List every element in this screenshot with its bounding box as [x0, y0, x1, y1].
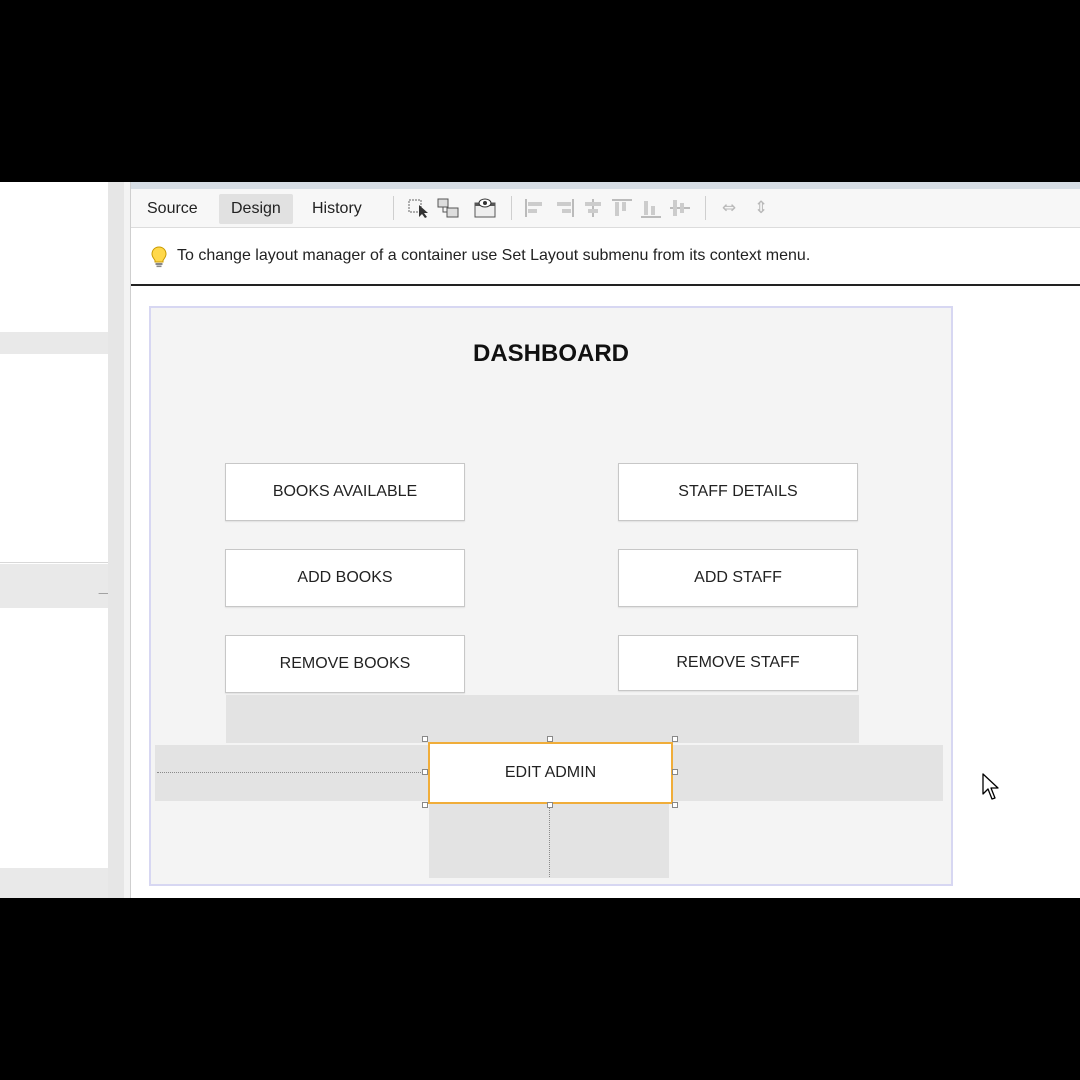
resize-handle[interactable]	[422, 802, 428, 808]
editor-toolbar: Source Design History ⇔ ⇕	[131, 189, 1080, 228]
resize-handle[interactable]	[672, 769, 678, 775]
panel-header	[0, 564, 108, 608]
align-top-icon[interactable]	[610, 197, 634, 219]
toolbar-separator	[511, 196, 512, 220]
hint-bar: To change layout manager of a container …	[131, 228, 1080, 286]
panel-scrollbar[interactable]	[108, 182, 124, 898]
layout-guide-row	[226, 695, 859, 743]
same-width-icon[interactable]: ⇔	[717, 197, 741, 219]
resize-handle[interactable]	[422, 736, 428, 742]
preview-design-icon[interactable]	[473, 197, 497, 219]
dashboard-title: DASHBOARD	[473, 340, 629, 367]
ide-window: — Source Design History ⇔ ⇕ To change la…	[0, 182, 1080, 898]
edit-admin-button[interactable]: EDIT ADMIN	[428, 742, 673, 804]
resize-handle[interactable]	[422, 769, 428, 775]
panel-divider	[0, 562, 124, 563]
selection-mode-icon[interactable]	[407, 197, 431, 219]
tab-design[interactable]: Design	[219, 194, 293, 224]
editor-tab-strip	[131, 182, 1080, 189]
anchor-guide-line	[549, 807, 550, 877]
staff-details-button[interactable]: STAFF DETAILS	[618, 463, 858, 521]
align-right-icon[interactable]	[552, 197, 576, 219]
hint-text: To change layout manager of a container …	[177, 247, 811, 264]
form-editor: Source Design History ⇔ ⇕ To change layo…	[131, 182, 1080, 898]
tab-history[interactable]: History	[300, 194, 374, 224]
resize-handle[interactable]	[547, 802, 553, 808]
same-height-icon[interactable]: ⇕	[749, 197, 773, 219]
books-available-button[interactable]: BOOKS AVAILABLE	[225, 463, 465, 521]
resize-handle[interactable]	[672, 736, 678, 742]
design-form[interactable]: DASHBOARD BOOKS AVAILABLE STAFF DETAILS …	[149, 306, 953, 886]
panel-band	[0, 332, 108, 354]
center-vertically-icon[interactable]	[668, 197, 692, 219]
left-panel: —	[0, 182, 124, 898]
resize-handle[interactable]	[547, 736, 553, 742]
align-bottom-icon[interactable]	[639, 197, 663, 219]
resize-handle[interactable]	[672, 802, 678, 808]
add-books-button[interactable]: ADD BOOKS	[225, 549, 465, 607]
anchor-guide-line	[157, 772, 427, 773]
toolbar-separator	[393, 196, 394, 220]
align-left-icon[interactable]	[523, 197, 547, 219]
center-horizontally-icon[interactable]	[581, 197, 605, 219]
tab-source[interactable]: Source	[135, 194, 210, 224]
connection-mode-icon[interactable]	[436, 197, 460, 219]
toolbar-separator	[705, 196, 706, 220]
remove-staff-button[interactable]: REMOVE STAFF	[618, 635, 858, 691]
add-staff-button[interactable]: ADD STAFF	[618, 549, 858, 607]
mouse-cursor-icon	[982, 773, 999, 800]
lightbulb-icon	[151, 246, 167, 273]
remove-books-button[interactable]: REMOVE BOOKS	[225, 635, 465, 693]
panel-footer	[0, 868, 108, 898]
